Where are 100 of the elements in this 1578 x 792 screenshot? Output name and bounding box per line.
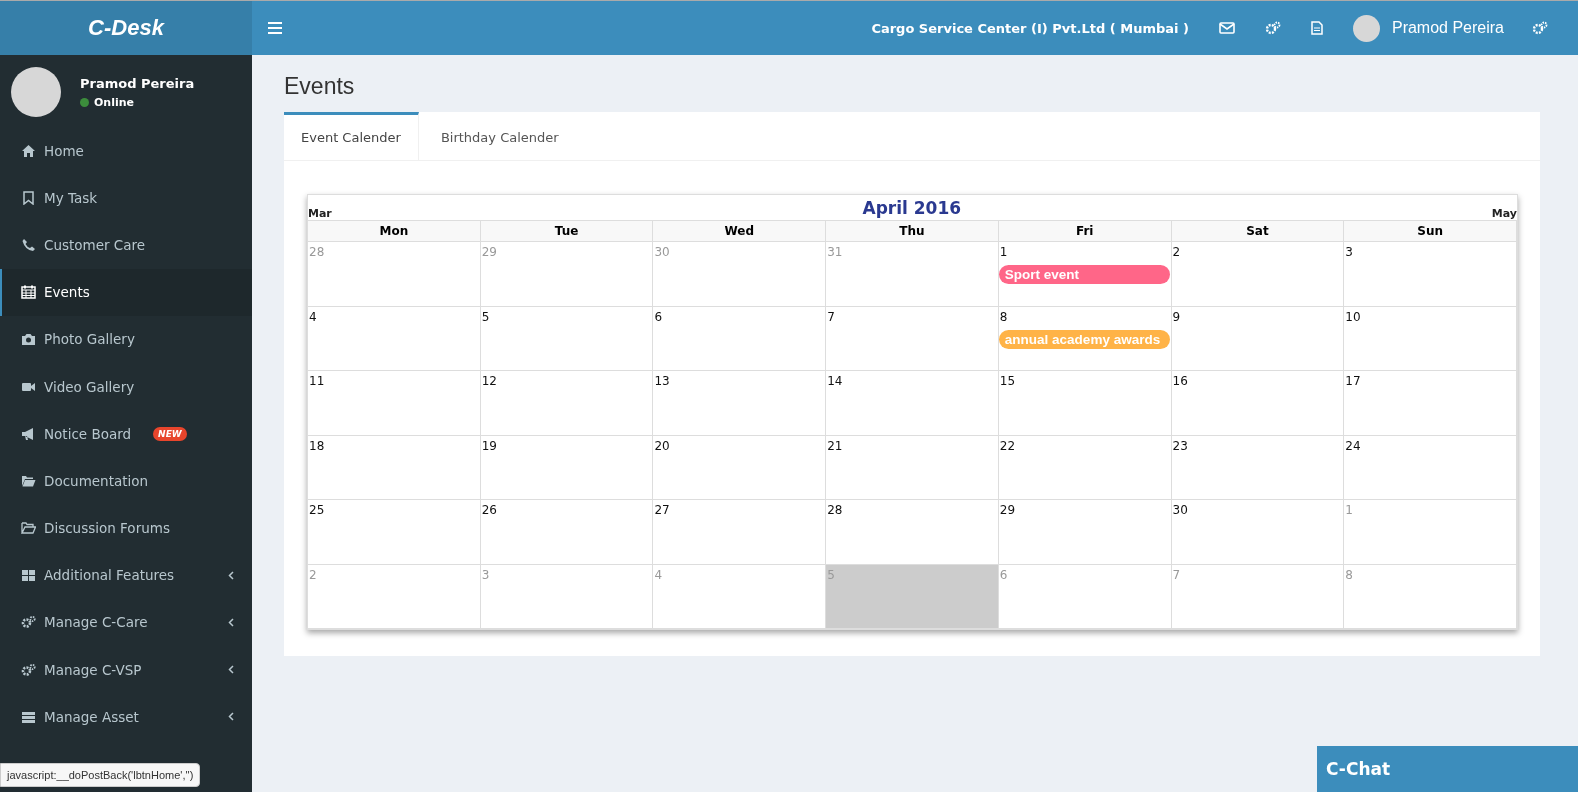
day-cell[interactable]: 20 <box>653 435 827 500</box>
day-cell[interactable]: 25 <box>308 500 481 565</box>
day-number: 15 <box>998 374 1016 388</box>
day-number: 21 <box>826 438 843 453</box>
day-number: 3 <box>1344 245 1353 259</box>
day-number: 30 <box>1171 503 1188 517</box>
sidebar-item[interactable]: Home <box>0 127 252 175</box>
day-number: 2 <box>308 567 317 582</box>
day-number: 7 <box>826 309 835 324</box>
day-number: 29 <box>480 245 497 259</box>
next-month-link[interactable]: May <box>1491 207 1517 220</box>
mail-icon[interactable] <box>1218 22 1235 34</box>
day-number: 10 <box>1344 309 1361 324</box>
tab[interactable]: Event Calender <box>284 112 419 160</box>
weekday-header: Wed <box>653 220 827 242</box>
weekday-header: Sat <box>1171 220 1345 242</box>
sidebar-item[interactable]: Discussion Forums <box>0 504 252 552</box>
grid-icon <box>21 568 36 583</box>
sidebar-item[interactable]: Notice Board NEW <box>0 410 252 458</box>
new-badge: NEW <box>153 426 187 441</box>
day-cell[interactable]: 24 <box>1344 435 1517 500</box>
sidebar-item[interactable]: Manage Asset <box>0 693 252 741</box>
status-bar-url: javascript:__doPostBack('lbtnHome','') <box>0 763 201 787</box>
home-icon <box>21 143 36 158</box>
day-cell[interactable]: 15 <box>998 371 1172 436</box>
sidebar-item[interactable]: Documentation <box>0 457 252 505</box>
folder-icon <box>21 473 36 488</box>
sidebar-item[interactable]: Photo Gallery <box>0 315 252 363</box>
camera-icon <box>21 332 36 347</box>
gears-icon <box>21 662 36 677</box>
calendar-icon <box>21 285 36 300</box>
sidebar-item[interactable]: Events <box>0 268 252 316</box>
brand-logo[interactable]: C-Desk <box>0 1 252 55</box>
day-cell[interactable]: 13 <box>653 371 827 436</box>
day-cell[interactable]: 5 <box>480 306 654 371</box>
weekday-header: Mon <box>308 220 481 242</box>
day-cell[interactable]: 3 <box>1344 242 1517 307</box>
day-number: 8 <box>998 309 1008 324</box>
day-cell[interactable]: 14 <box>826 371 999 436</box>
day-cell[interactable]: 2 <box>1171 242 1345 307</box>
day-number: 18 <box>308 438 325 453</box>
settings-icon[interactable] <box>1532 21 1548 35</box>
sidebar-item[interactable]: Video Gallery <box>0 362 252 411</box>
day-number: 7 <box>1171 567 1181 582</box>
day-number: 14 <box>826 374 843 388</box>
day-cell[interactable]: 28 <box>826 500 999 565</box>
user-avatar[interactable] <box>1352 14 1380 42</box>
sidebar-item[interactable]: My Task <box>0 174 252 222</box>
day-cell[interactable]: 17 <box>1344 371 1517 436</box>
day-cell[interactable]: 7 <box>826 306 999 371</box>
sidebar-item[interactable]: Additional Features <box>0 551 252 599</box>
day-number: 24 <box>1344 438 1361 453</box>
day-cell[interactable]: 21 <box>826 435 999 500</box>
day-number: 6 <box>998 567 1008 582</box>
menu-icon[interactable] <box>268 22 282 34</box>
day-number: 26 <box>480 503 497 517</box>
day-cell[interactable]: 18 <box>308 435 481 500</box>
chat-bar[interactable]: C-Chat <box>1317 746 1578 792</box>
day-number: 5 <box>480 309 490 324</box>
document-icon[interactable] <box>1310 21 1323 35</box>
sidebar-item[interactable]: Manage C-VSP <box>0 646 252 694</box>
day-cell[interactable]: 11 <box>308 371 481 436</box>
day-number: 4 <box>653 567 663 582</box>
user-name[interactable]: Pramod Pereira <box>1391 19 1504 37</box>
day-cell[interactable]: 27 <box>653 500 827 565</box>
day-number: 25 <box>308 503 325 517</box>
folder-outline-icon <box>21 521 36 536</box>
day-number: 1 <box>1344 503 1353 517</box>
sidebar-item[interactable]: Customer Care <box>0 221 252 269</box>
day-cell[interactable]: 1 Sport event <box>998 242 1172 307</box>
day-cell[interactable]: 4 <box>308 306 481 371</box>
day-cell[interactable]: 8 annual academy awards <box>998 306 1172 371</box>
server-icon <box>21 709 36 724</box>
weekday-header: Tue <box>480 220 654 242</box>
previous-month-link[interactable]: Mar <box>308 207 332 220</box>
day-cell[interactable]: 12 <box>480 371 654 436</box>
day-cell[interactable]: 23 <box>1171 435 1345 500</box>
day-number: 22 <box>998 438 1016 453</box>
day-cell[interactable]: 6 <box>653 306 827 371</box>
day-cell[interactable]: 9 <box>1171 306 1345 371</box>
settings-icon[interactable] <box>1264 21 1281 35</box>
day-number: 23 <box>1171 438 1188 453</box>
calendar-title: April 2016 <box>861 197 963 218</box>
day-cell[interactable]: 19 <box>480 435 654 500</box>
day-number: 28 <box>308 245 325 259</box>
profile-name: Pramod Pereira <box>80 75 195 91</box>
day-cell[interactable]: 16 <box>1171 371 1345 436</box>
day-cell[interactable]: 10 <box>1344 306 1517 371</box>
day-number: 8 <box>1344 567 1353 582</box>
day-cell[interactable]: 29 <box>998 500 1172 565</box>
day-number: 6 <box>653 309 663 324</box>
day-number: 29 <box>998 503 1016 517</box>
weekday-header: Sun <box>1344 220 1517 242</box>
day-cell[interactable]: 26 <box>480 500 654 565</box>
day-cell[interactable]: 22 <box>998 435 1172 500</box>
weekday-header: Fri <box>998 220 1172 242</box>
sidebar-item[interactable]: Manage C-Care <box>0 598 252 647</box>
day-cell[interactable]: 30 <box>1171 500 1345 565</box>
status-text: Online <box>94 95 134 109</box>
bullhorn-icon <box>21 426 36 441</box>
